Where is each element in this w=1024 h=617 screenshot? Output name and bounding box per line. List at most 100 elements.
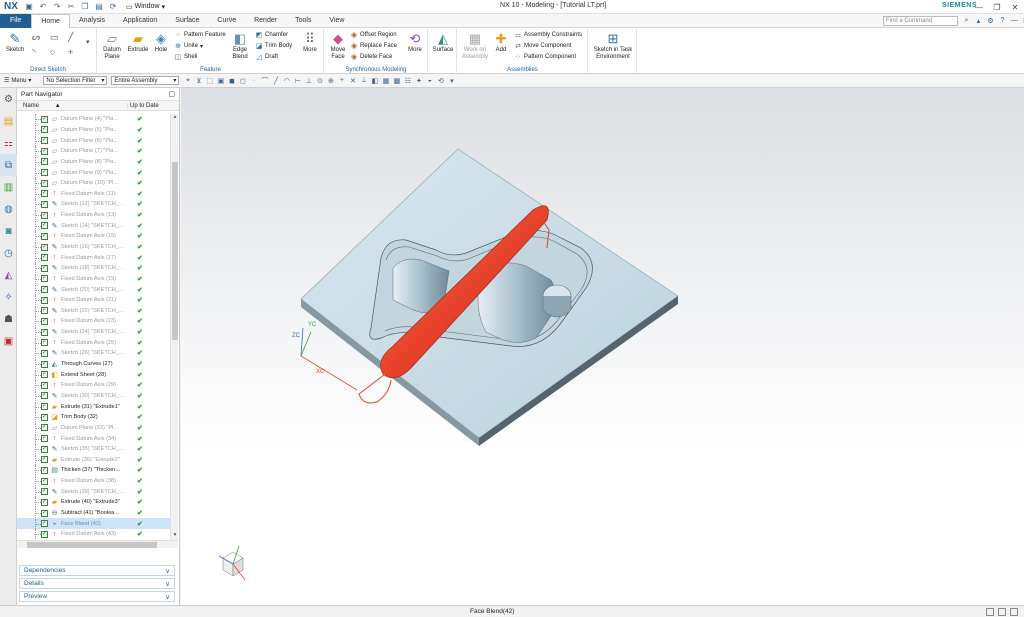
hole-button[interactable]: ◈ Hole <box>151 30 171 54</box>
center-icon[interactable]: ⊙ <box>315 76 324 85</box>
tree-row[interactable]: ✓ ↑ Fixed Datum Axis (21) ✔ <box>17 295 170 306</box>
tree-row[interactable]: ✓ ▰ Extrude (31) "Extrude1" ✔ <box>17 401 170 412</box>
tree-row[interactable]: ✓ ↑ Fixed Datum Axis (34) ✔ <box>17 433 170 444</box>
help-icon[interactable]: ? <box>998 16 1007 25</box>
tree-row[interactable]: ✓ ↑ Fixed Datum Axis (13) ✔ <box>17 210 170 221</box>
visibility-checkbox[interactable]: ✓ <box>41 211 48 219</box>
tab-file[interactable]: File <box>0 13 32 28</box>
visibility-checkbox[interactable]: ✓ <box>41 169 48 177</box>
part-navigator-icon[interactable]: ⧉ <box>0 154 17 176</box>
settings-icon[interactable]: ⚙ <box>986 16 995 25</box>
edge-blend-button[interactable]: ◧ Edge Blend <box>228 30 252 61</box>
pattern-component-button[interactable]: ⁘ Pattern Component <box>514 53 576 61</box>
tree-row[interactable]: ✓ ✎ Sketch (14) "SKETCH_... ✔ <box>17 220 170 231</box>
visibility-checkbox[interactable]: ✓ <box>41 328 48 336</box>
shell-button[interactable]: ◫ Shell <box>174 53 198 61</box>
rectangle-icon[interactable]: ▭ <box>50 32 59 43</box>
curve-snap-icon[interactable]: ⌒ <box>260 76 269 85</box>
feature-more-button[interactable]: ⠿ More <box>300 30 320 54</box>
tree-row[interactable]: ✓ ↑ Fixed Datum Axis (25) ✔ <box>17 337 170 348</box>
navigator-vertical-scrollbar[interactable]: ▲ ▼ <box>170 114 178 540</box>
snap-icon[interactable]: ⌖ <box>183 76 192 85</box>
menu-button[interactable]: ☰ Menu ▾ <box>4 77 31 85</box>
intersection-icon[interactable]: ✕ <box>348 76 357 85</box>
visibility-checkbox[interactable]: ✓ <box>41 275 48 283</box>
visibility-checkbox[interactable]: ✓ <box>41 115 48 123</box>
undo-icon[interactable]: ↶ <box>38 2 48 12</box>
navigator-horizontal-scrollbar[interactable] <box>17 540 178 548</box>
filter-icon[interactable]: ⊻ <box>194 76 203 85</box>
bounded-icon[interactable]: ◧ <box>370 76 379 85</box>
select-box-icon[interactable]: ⬚ <box>205 76 214 85</box>
visibility-checkbox[interactable]: ✓ <box>41 137 48 145</box>
tree-row[interactable]: ✓ ▤ Thicken (37) "Thicken... ✔ <box>17 465 170 476</box>
tree-row[interactable]: ✓ ▱ Datum Plane (7) "Pla... ✔ <box>17 146 170 157</box>
visibility-checkbox[interactable]: ✓ <box>41 392 48 400</box>
surface-button[interactable]: ◭ Surface <box>431 30 455 54</box>
tab-tools[interactable]: Tools <box>286 14 320 28</box>
replace-face-button[interactable]: ◉ Replace Face <box>350 42 397 50</box>
tree-row[interactable]: ✓ ▱ Datum Plane (5) "Pla... ✔ <box>17 124 170 136</box>
visibility-checkbox[interactable]: ✓ <box>41 509 48 517</box>
tree-row[interactable]: ✓ ↑ Fixed Datum Axis (15) ✔ <box>17 231 170 242</box>
render-icon[interactable]: ✦ <box>414 76 423 85</box>
chamfer-button[interactable]: ◩ Chamfer <box>255 31 288 39</box>
tree-row[interactable]: ✓ ▱ Datum Plane (8) "Pla... ✔ <box>17 156 170 168</box>
boss-side[interactable] <box>542 296 572 318</box>
preview-panel[interactable]: Preview ∨ <box>19 591 175 602</box>
maximize-panel-icon[interactable]: ▢ <box>168 90 175 98</box>
graphics-viewport[interactable]: ZC YC XC <box>181 88 1024 605</box>
visibility-checkbox[interactable]: ✓ <box>41 360 48 368</box>
minimize-button[interactable]: — <box>970 0 988 14</box>
pattern-feature-button[interactable]: ⁘ Pattern Feature <box>174 31 226 39</box>
column-up-to-date[interactable]: Up to Date <box>127 102 167 109</box>
cut-icon[interactable]: ✂ <box>66 2 76 12</box>
sketch-task-environment-button[interactable]: ⊞ Sketch in Task Environment <box>591 30 635 61</box>
column-name[interactable]: Name ▲ <box>17 103 127 109</box>
ribbon-options-icon[interactable]: ▴ <box>974 16 983 25</box>
tree-row[interactable]: ✓ ↑ Fixed Datum Axis (11) ✔ <box>17 188 170 199</box>
resource-settings-icon[interactable]: ⚙ <box>0 88 17 110</box>
tree-row[interactable]: ✓ ✎ Sketch (26) "SKETCH_... ✔ <box>17 348 170 359</box>
tree-row[interactable]: ✓ ◪ Trim Body (32) ✔ <box>17 412 170 423</box>
dependencies-panel[interactable]: Dependencies ∨ <box>19 565 175 576</box>
status-info-icon[interactable] <box>1010 608 1018 616</box>
tab-view[interactable]: View <box>320 14 353 28</box>
tree-row[interactable]: ✓ ✎ Sketch (16) "SKETCH_... ✔ <box>17 242 170 253</box>
visibility-checkbox[interactable]: ✓ <box>41 488 48 496</box>
move-face-button[interactable]: ◆ Move Face <box>327 30 349 61</box>
visibility-checkbox[interactable]: ✓ <box>41 403 48 411</box>
save-icon[interactable]: ▣ <box>24 2 34 12</box>
assembly-constraints-button[interactable]: ⚏ Assembly Constraints <box>514 31 582 39</box>
tab-analysis[interactable]: Analysis <box>70 14 114 28</box>
visibility-checkbox[interactable]: ✓ <box>41 158 48 166</box>
visibility-checkbox[interactable]: ✓ <box>41 232 48 240</box>
tree-row[interactable]: ✓ ▱ Datum Plane (10) "Pl... ✔ <box>17 178 170 189</box>
tree-row[interactable]: ✓ ◭ Through Curves (27) ✔ <box>17 359 170 370</box>
sketch-button[interactable]: ✎ Sketch <box>4 30 26 54</box>
visibility-checkbox[interactable]: ✓ <box>41 466 48 474</box>
visibility-checkbox[interactable]: ✓ <box>41 307 48 315</box>
line-icon[interactable]: ╱ <box>68 32 73 43</box>
tree-row[interactable]: ✓ ✎ Sketch (39) "SKETCH_... ✔ <box>17 486 170 497</box>
delete-face-button[interactable]: ◉ Delete Face <box>350 53 392 61</box>
existing-point-icon[interactable]: + <box>337 76 346 85</box>
shaded-icon[interactable]: ◼ <box>227 76 236 85</box>
visibility-checkbox[interactable]: ✓ <box>41 424 48 432</box>
scroll-up-icon[interactable]: ▲ <box>171 114 179 122</box>
maximize-button[interactable]: ❐ <box>988 0 1006 14</box>
tree-row[interactable]: ✓ ↑ Fixed Datum Axis (19) ✔ <box>17 273 170 285</box>
visibility-checkbox[interactable]: ✓ <box>41 254 48 262</box>
add-component-button[interactable]: ✚ Add <box>492 30 510 54</box>
arc-icon[interactable]: ◝ <box>32 47 36 58</box>
move-component-button[interactable]: ⇄ Move Component <box>514 42 571 50</box>
tab-application[interactable]: Application <box>114 14 166 28</box>
tree-row[interactable]: ✓ ⊖ Subtract (41) "Boolea... ✔ <box>17 508 170 519</box>
visibility-checkbox[interactable]: ✓ <box>41 381 48 389</box>
selection-filter-select[interactable]: No Selection Filter ▾ <box>43 76 108 85</box>
assembly-navigator-icon[interactable]: ▤ <box>0 110 17 132</box>
tree-row[interactable]: ✓ ✎ Sketch (12) "SKETCH_... ✔ <box>17 199 170 210</box>
tree-row[interactable]: ✓ ✎ Sketch (35) "SKETCH_... ✔ <box>17 444 170 455</box>
visibility-checkbox[interactable]: ✓ <box>41 456 48 464</box>
copy-icon[interactable]: ❐ <box>80 2 90 12</box>
